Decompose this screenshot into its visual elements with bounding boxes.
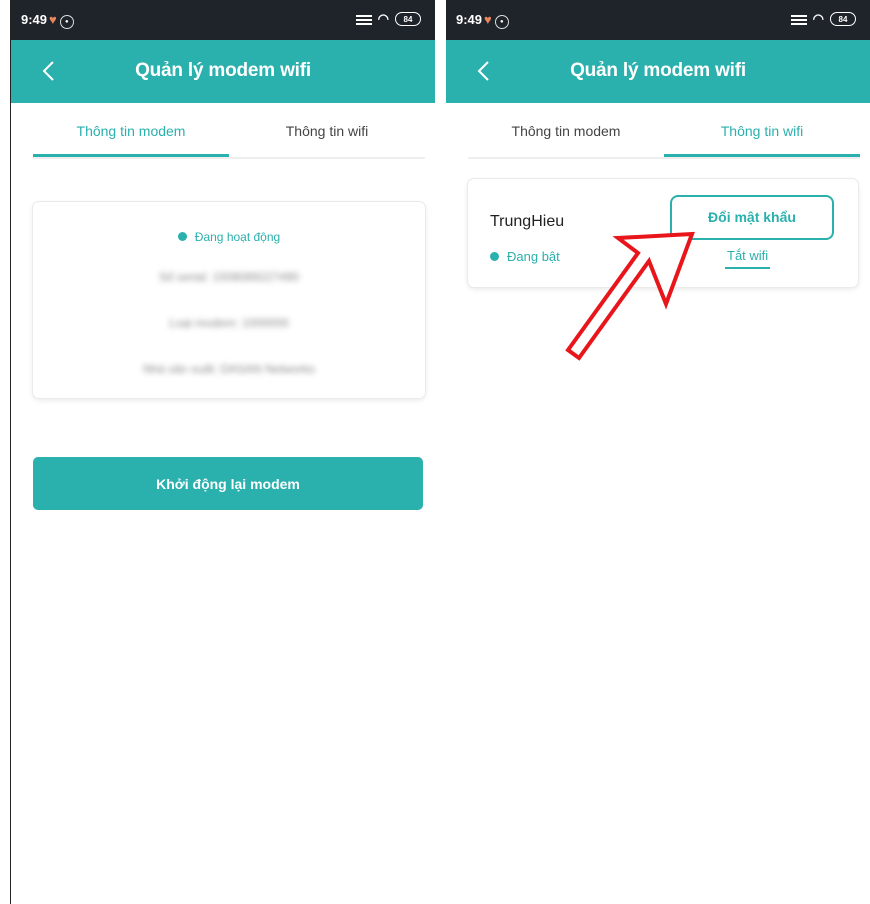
status-bar: 9:49 ♥ ● ◠ 84 [446, 0, 870, 40]
right-phone-screen: 9:49 ♥ ● ◠ 84 Quản lý modem wifi Thông tin… [446, 0, 870, 904]
app-bar: Quản lý modem wifi [446, 40, 870, 103]
tab-wifi-info[interactable]: Thông tin wifi [664, 103, 860, 157]
signal-icon [790, 13, 807, 25]
wifi-icon: ◠ [812, 11, 824, 26]
notification-badge-icon: ● [59, 15, 74, 29]
notification-badge-icon: ● [494, 15, 509, 29]
signal-icon [355, 13, 372, 25]
left-phone-screen: 9:49 ♥ ● ◠ 84 Quản lý modem wifi Thông tin… [10, 0, 435, 904]
heart-icon: ♥ [49, 12, 57, 27]
modem-info-card: Đang hoạt động Số serial: 1508089227490 … [33, 202, 425, 398]
modem-vendor-text: Nhà sản xuất: DASAN Networks [142, 362, 316, 376]
status-time: 9:49 [21, 12, 48, 27]
tab-bar: Thông tin modem Thông tin wifi [468, 103, 860, 159]
status-time: 9:49 [456, 12, 483, 27]
app-bar: Quản lý modem wifi [11, 40, 435, 103]
modem-model-text: Loại modem: 1000000 [169, 316, 289, 330]
restart-modem-button[interactable]: Khởi động lại modem [33, 457, 423, 510]
tab-modem-info[interactable]: Thông tin modem [33, 103, 229, 157]
modem-serial-text: Số serial: 1508089227490 [158, 270, 300, 284]
tab-bar: Thông tin modem Thông tin wifi [33, 103, 425, 159]
status-dot-icon [177, 232, 187, 241]
battery-icon: 84 [830, 12, 856, 26]
battery-icon: 84 [395, 12, 421, 26]
annotation-arrow-icon [565, 231, 695, 361]
status-bar: 9:49 ♥ ● ◠ 84 [11, 0, 435, 40]
tab-modem-info[interactable]: Thông tin modem [468, 103, 664, 157]
page-title: Quản lý modem wifi [570, 60, 746, 81]
page-title: Quản lý modem wifi [135, 60, 311, 81]
heart-icon: ♥ [484, 12, 492, 27]
wifi-icon: ◠ [377, 11, 389, 26]
tab-wifi-info[interactable]: Thông tin wifi [229, 103, 425, 157]
modem-status-text: Đang hoạt động [194, 230, 281, 244]
